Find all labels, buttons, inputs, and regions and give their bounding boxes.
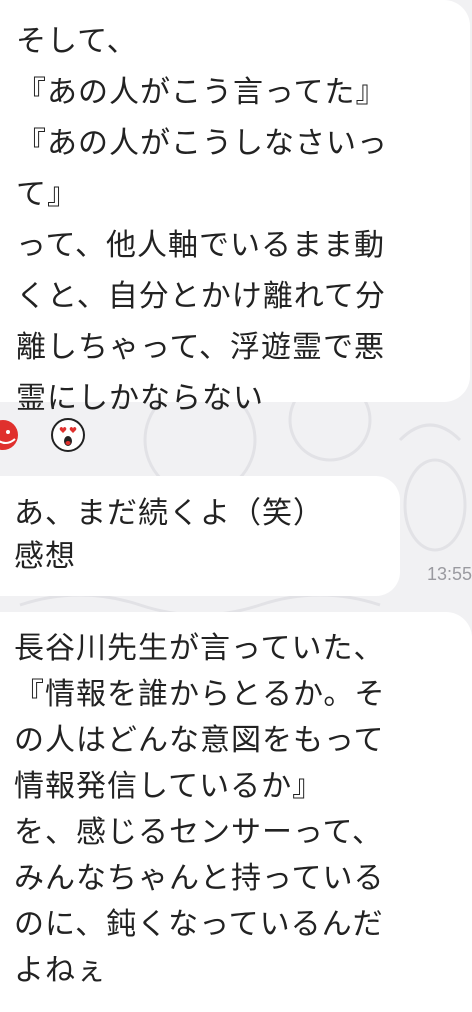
message-line: 『あの人がこう言ってた』 xyxy=(16,75,387,110)
message-line: て』 xyxy=(16,177,78,212)
message-line: のに、鈍くなっているんだ xyxy=(14,907,384,942)
message-timestamp: 13:55 xyxy=(426,564,472,584)
smile-emoji-icon[interactable] xyxy=(0,420,18,450)
message-line: よねぇ xyxy=(14,953,107,988)
message-line: 離しちゃって、浮遊霊で悪 xyxy=(16,330,385,365)
message-line: の人はどんな意図をもって xyxy=(14,723,385,758)
message-line: 情報発信しているか』 xyxy=(14,769,324,804)
message-line: 霊にしかならない xyxy=(16,381,264,416)
message-line: って、他人軸でいるまま動 xyxy=(16,228,385,263)
message-line: 長谷川先生が言っていた、 xyxy=(14,631,385,666)
message-line: くと、自分とかけ離れて分 xyxy=(16,279,386,314)
message-line: 『あの人がこうしなさいっ xyxy=(16,126,388,161)
message-line: あ、まだ続くよ（笑） xyxy=(14,496,324,531)
message-bubble[interactable]: あ、まだ続くよ（笑） 感想 xyxy=(0,476,400,596)
message-line: 感想 xyxy=(14,539,76,574)
heart-eyes-emoji-icon[interactable] xyxy=(51,418,85,452)
message-bubble[interactable]: 長谷川先生が言っていた、 『情報を誰からとるか。そ の人はどんな意図をもって 情… xyxy=(0,612,472,1012)
message-line: みんなちゃんと持っている xyxy=(14,861,385,896)
message-line: 『情報を誰からとるか。そ xyxy=(14,677,386,712)
message-line: を、感じるセンサーって、 xyxy=(14,815,383,850)
message-bubble[interactable]: そして、 『あの人がこう言ってた』 『あの人がこうしなさいっ て』 って、他人軸… xyxy=(0,0,470,416)
message-line: そして、 xyxy=(16,24,138,59)
